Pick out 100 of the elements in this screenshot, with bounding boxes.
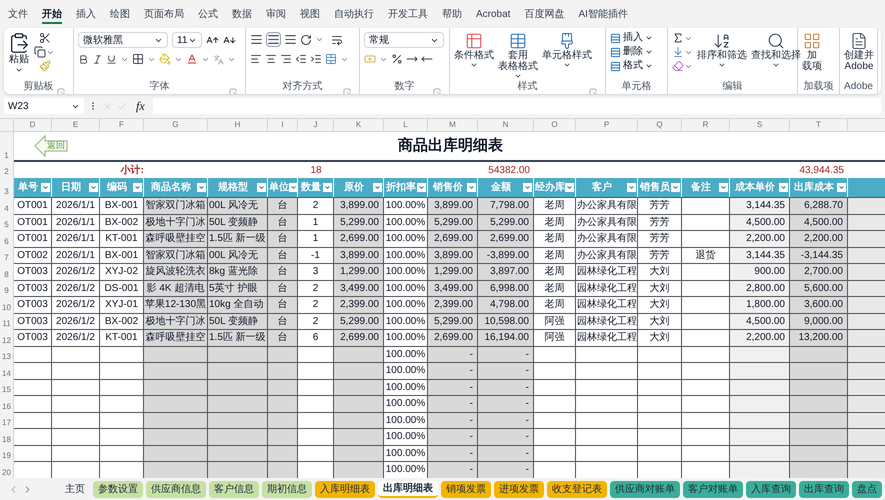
chevron-down-icon[interactable]: [315, 35, 324, 44]
sheet-tab[interactable]: 主页: [60, 480, 90, 498]
filter-dropdown-icon[interactable]: [323, 183, 332, 192]
menu-tab[interactable]: Acrobat: [476, 8, 510, 24]
ribbon-button[interactable]: 条件格式: [454, 32, 494, 69]
menu-tab[interactable]: 帮助: [442, 8, 462, 24]
filter-dropdown-icon[interactable]: [523, 183, 532, 192]
filter-dropdown-icon[interactable]: [565, 183, 574, 192]
sheet-tab[interactable]: 供应商对账单: [610, 480, 680, 498]
ribbon-button[interactable]: 排序和筛选: [697, 32, 747, 69]
column-header[interactable]: G: [144, 119, 208, 131]
sheet-tab[interactable]: 入库查询: [746, 480, 796, 498]
filter-dropdown-icon[interactable]: [89, 183, 98, 192]
column-header[interactable]: K: [334, 119, 384, 131]
column-header[interactable]: O: [534, 119, 576, 131]
sheet-tab[interactable]: 参数设置: [93, 480, 143, 498]
menu-tab[interactable]: 页面布局: [144, 8, 184, 24]
dialog-launcher-icon[interactable]: [57, 88, 65, 94]
sheet-tab[interactable]: 进项发票: [494, 480, 544, 498]
font-family-select[interactable]: 微软雅黑: [78, 32, 168, 48]
column-header[interactable]: I: [268, 119, 298, 131]
menu-tab[interactable]: 公式: [198, 8, 218, 24]
font-size-select[interactable]: 11: [172, 32, 202, 48]
filter-dropdown-icon[interactable]: [41, 183, 50, 192]
eraser-icon[interactable]: [672, 60, 684, 72]
percent-icon[interactable]: [391, 53, 403, 65]
sheet-tab[interactable]: 收支登记表: [547, 480, 607, 498]
column-header[interactable]: N: [478, 119, 534, 131]
filter-dropdown-icon[interactable]: [719, 183, 728, 192]
italic-icon[interactable]: [92, 54, 103, 64]
bold-icon[interactable]: [78, 54, 89, 64]
menu-tab[interactable]: 自动执行: [334, 8, 374, 24]
orientation-icon[interactable]: [300, 34, 312, 46]
phonetic-icon[interactable]: [213, 54, 224, 64]
middle-align-icon[interactable]: [266, 32, 281, 47]
paste-button[interactable]: 粘贴: [8, 32, 30, 74]
align-left-icon[interactable]: [250, 53, 262, 65]
column-header[interactable]: P: [576, 119, 638, 131]
font-color-icon[interactable]: [186, 53, 198, 65]
column-header[interactable]: D: [14, 119, 52, 131]
filter-dropdown-icon[interactable]: [837, 183, 846, 192]
sheet-tab[interactable]: 销项发票: [441, 480, 491, 498]
filter-dropdown-icon[interactable]: [627, 183, 636, 192]
menu-tab[interactable]: 审阅: [266, 8, 286, 24]
dialog-launcher-icon[interactable]: [589, 88, 597, 94]
dialog-launcher-icon[interactable]: [229, 88, 237, 94]
sheet-tab[interactable]: 期初信息: [262, 480, 312, 498]
filter-dropdown-icon[interactable]: [467, 183, 476, 192]
ribbon-button[interactable]: 加 载项: [802, 32, 822, 72]
align-right-icon[interactable]: [280, 53, 292, 65]
filter-dropdown-icon[interactable]: [133, 183, 142, 192]
underline-icon[interactable]: [106, 54, 117, 64]
name-box[interactable]: W23: [4, 98, 84, 114]
filter-dropdown-icon[interactable]: [417, 183, 426, 192]
filter-dropdown-icon[interactable]: [779, 183, 788, 192]
dialog-launcher-icon[interactable]: [433, 88, 441, 94]
sheet-tab[interactable]: 入库明细表: [315, 480, 375, 498]
menu-tab[interactable]: 文件: [8, 8, 28, 24]
fill-color-icon[interactable]: [159, 53, 171, 65]
ribbon-button[interactable]: 套用 表格格式: [498, 32, 538, 80]
sum-icon[interactable]: [672, 32, 684, 44]
indent-increase-icon[interactable]: [310, 53, 322, 65]
wrap-text-icon[interactable]: [331, 34, 343, 46]
sheet-tab[interactable]: 盘点: [852, 480, 882, 498]
column-header[interactable]: S: [730, 119, 790, 131]
column-header[interactable]: L: [384, 119, 428, 131]
border-icon[interactable]: [132, 53, 144, 65]
ribbon-button[interactable]: 创建并 Adobe: [844, 32, 874, 72]
menu-tab[interactable]: 数据: [232, 8, 252, 24]
column-header[interactable]: M: [428, 119, 478, 131]
column-header[interactable]: E: [52, 119, 100, 131]
sheet-tab[interactable]: 客户信息: [209, 480, 259, 498]
fill-icon[interactable]: [672, 46, 684, 58]
dialog-launcher-icon[interactable]: [343, 88, 351, 94]
menu-tab[interactable]: 百度网盘: [524, 8, 564, 24]
column-header[interactable]: Q: [638, 119, 682, 131]
merge-cells-icon[interactable]: [325, 53, 337, 65]
menu-tab[interactable]: 开发工具: [388, 8, 428, 24]
menu-tab[interactable]: 视图: [300, 8, 320, 24]
number-format-select[interactable]: 常规: [364, 32, 444, 48]
filter-dropdown-icon[interactable]: [671, 183, 680, 192]
ribbon-button[interactable]: 删除: [610, 46, 653, 58]
column-header[interactable]: T: [790, 119, 848, 131]
align-center-icon[interactable]: [265, 53, 277, 65]
sheet-tab[interactable]: 供应商信息: [146, 480, 206, 498]
sheet-tab[interactable]: 出库明细表: [378, 480, 438, 498]
menu-tab[interactable]: AI智能插件: [578, 8, 628, 24]
ribbon-button[interactable]: 单元格样式: [542, 32, 592, 69]
ribbon-button[interactable]: 插入: [610, 32, 653, 44]
indent-decrease-icon[interactable]: [295, 53, 307, 65]
filter-dropdown-icon[interactable]: [257, 183, 266, 192]
copy-icon[interactable]: [34, 46, 46, 58]
ribbon-button[interactable]: 格式: [610, 60, 653, 72]
column-header[interactable]: J: [298, 119, 334, 131]
top-align-icon[interactable]: [250, 33, 263, 46]
menu-tab[interactable]: 开始: [42, 8, 62, 24]
column-header[interactable]: H: [208, 119, 268, 131]
sheet-tab[interactable]: 客户对账单: [683, 480, 743, 498]
column-header[interactable]: R: [682, 119, 730, 131]
sheet-tab[interactable]: 出库查询: [799, 480, 849, 498]
